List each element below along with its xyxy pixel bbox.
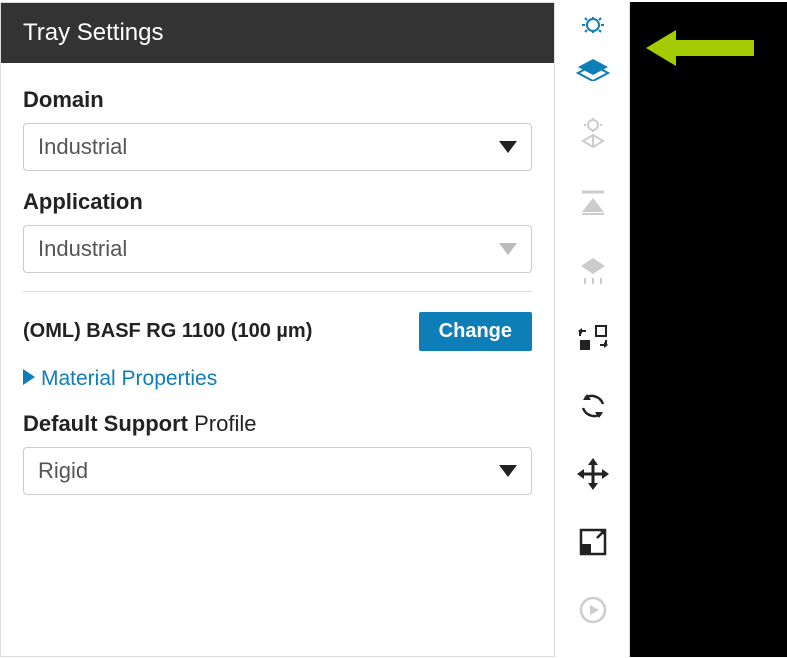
support-label: Default Support Profile [23, 411, 532, 437]
domain-label: Domain [23, 87, 532, 113]
chevron-down-icon [499, 465, 517, 477]
gear-top-icon[interactable] [573, 8, 613, 42]
chevron-down-icon [499, 243, 517, 255]
support-select[interactable]: Rigid [23, 447, 532, 495]
domain-field: Domain Industrial [23, 87, 532, 171]
tray-settings-panel: Tray Settings Domain Industrial Applicat… [0, 2, 555, 657]
application-value: Industrial [38, 236, 127, 262]
refresh-icon[interactable] [573, 590, 613, 630]
triangle-right-icon [23, 367, 35, 391]
orientation-icon[interactable] [573, 182, 613, 222]
material-properties-label: Material Properties [41, 367, 217, 391]
material-row: (OML) BASF RG 1100 (100 µm) Change [23, 312, 532, 351]
support-label-bold: Default Support [23, 411, 188, 436]
move-icon[interactable] [573, 454, 613, 494]
application-select[interactable]: Industrial [23, 225, 532, 273]
placement-icon[interactable] [573, 250, 613, 290]
arrow-callout [646, 27, 756, 69]
application-label: Application [23, 189, 532, 215]
panel-body: Domain Industrial Application Industrial… [1, 63, 554, 519]
support-value: Rigid [38, 458, 88, 484]
divider [23, 291, 532, 292]
change-button[interactable]: Change [419, 312, 532, 351]
domain-select[interactable]: Industrial [23, 123, 532, 171]
domain-value: Industrial [38, 134, 127, 160]
right-toolbar [556, 2, 630, 657]
tray-settings-icon[interactable] [573, 52, 613, 86]
transform-icon[interactable] [573, 318, 613, 358]
panel-title: Tray Settings [1, 3, 554, 63]
right-black-region [630, 2, 787, 657]
scale-icon[interactable] [573, 522, 613, 562]
application-field: Application Industrial [23, 189, 532, 273]
chevron-down-icon [499, 141, 517, 153]
support-label-rest: Profile [188, 411, 256, 436]
model-settings-icon[interactable] [573, 114, 613, 154]
material-properties-expander[interactable]: Material Properties [23, 367, 532, 391]
material-name: (OML) BASF RG 1100 (100 µm) [23, 320, 312, 343]
rotate-icon[interactable] [573, 386, 613, 426]
